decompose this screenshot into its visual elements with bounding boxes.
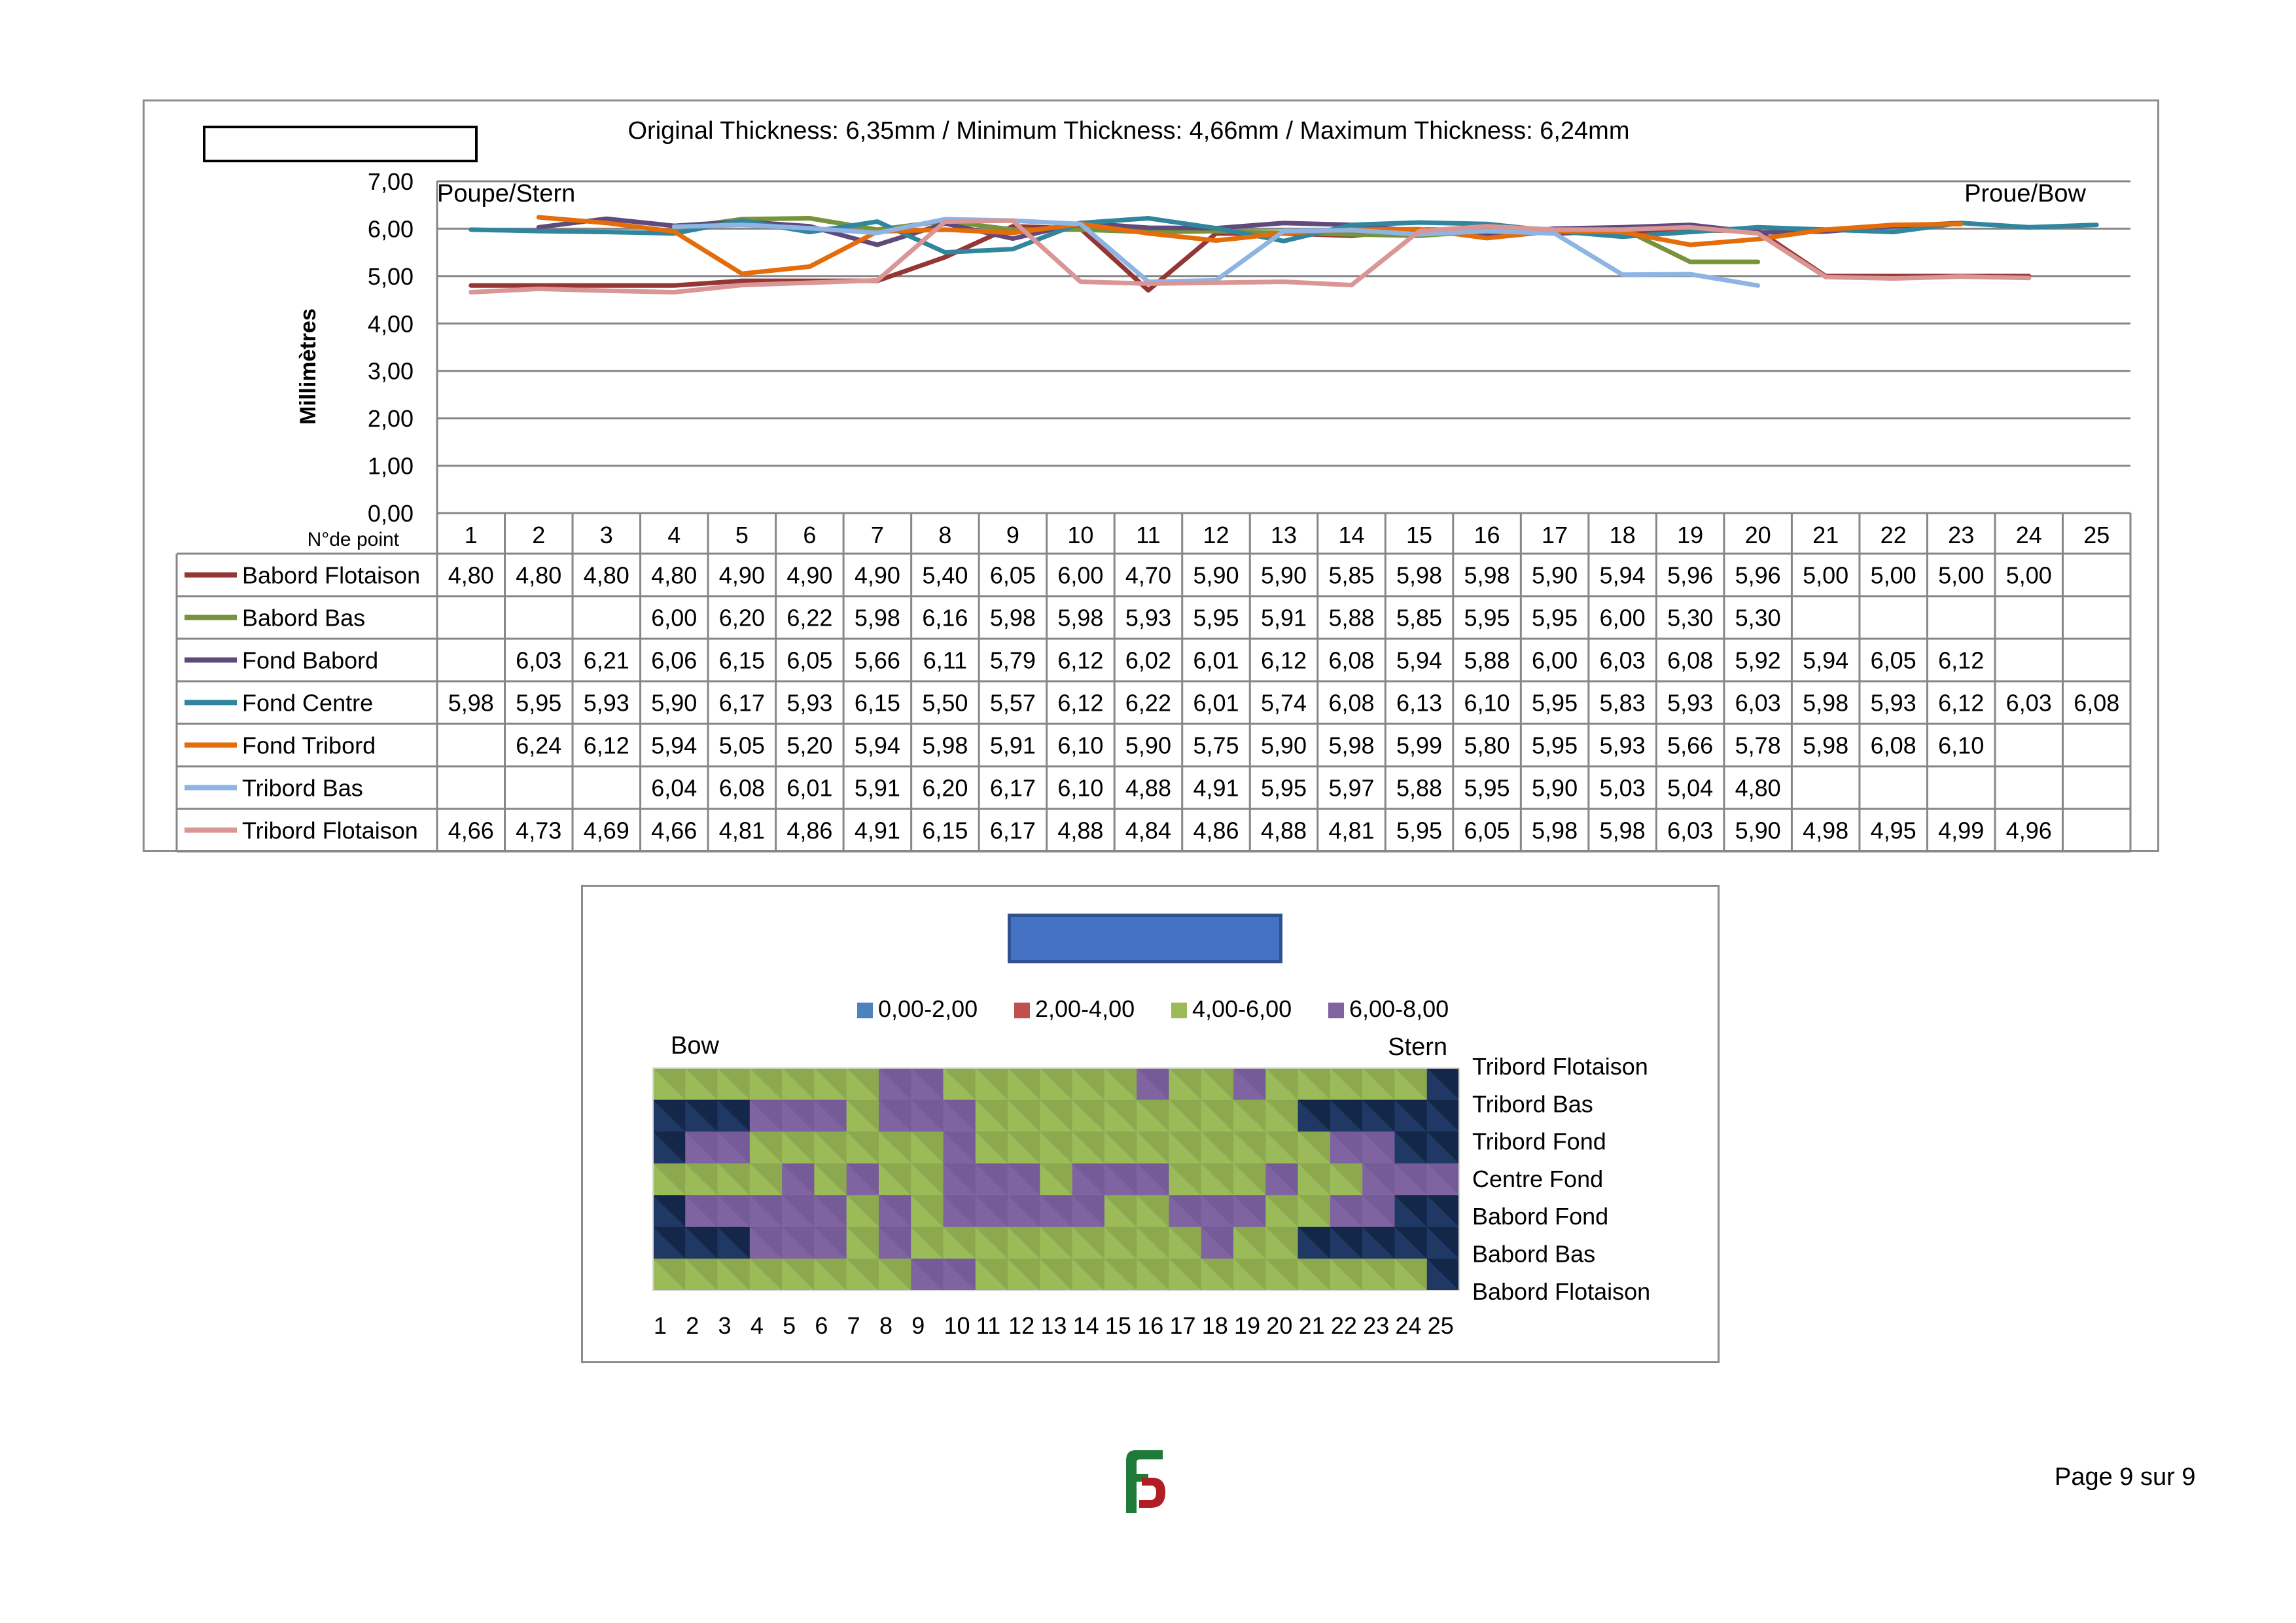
legend-swatch-3 [1328, 1003, 1344, 1018]
row-label: Tribord Bas [1472, 1090, 1593, 1117]
column-label: 19 [1234, 1312, 1260, 1339]
legend-label: 4,00-6,00 [1192, 995, 1292, 1022]
page-number: Page 9 sur 9 [2055, 1463, 2196, 1491]
legend-swatch-2 [1171, 1003, 1187, 1018]
row-label: Babord Fond [1472, 1203, 1608, 1230]
legend-label: 6,00-8,00 [1349, 995, 1449, 1022]
column-label: 4 [751, 1312, 764, 1339]
bow-annotation: Bow [671, 1032, 719, 1060]
column-label: 5 [783, 1312, 796, 1339]
row-label: Babord Flotaison [1472, 1278, 1650, 1305]
column-label: 3 [718, 1312, 732, 1339]
column-label: 11 [976, 1312, 1000, 1339]
column-label: 9 [911, 1312, 925, 1339]
legend-swatch-0 [857, 1003, 873, 1018]
row-label: Tribord Fond [1472, 1128, 1606, 1155]
column-label: 14 [1073, 1312, 1099, 1339]
column-label: 12 [1008, 1312, 1034, 1339]
company-logo [1126, 1450, 1165, 1513]
column-label: 6 [815, 1312, 828, 1339]
column-label: 13 [1040, 1312, 1067, 1339]
column-label: 10 [944, 1312, 970, 1339]
column-label: 23 [1363, 1312, 1389, 1339]
column-label: 7 [847, 1312, 860, 1339]
column-label: 17 [1169, 1312, 1195, 1339]
column-label: 15 [1105, 1312, 1131, 1339]
column-label: 2 [686, 1312, 699, 1339]
column-label: 20 [1266, 1312, 1292, 1339]
column-label: 8 [879, 1312, 892, 1339]
legend-label: 0,00-2,00 [878, 995, 978, 1022]
legend-label: 2,00-4,00 [1035, 995, 1135, 1022]
column-label: 16 [1137, 1312, 1163, 1339]
column-label: 24 [1395, 1312, 1421, 1339]
column-label: 1 [654, 1312, 667, 1339]
column-label: 21 [1299, 1312, 1325, 1339]
thickness-heatmap: 0,00-2,00 2,00-4,00 4,00-6,00 6,00-8,00 Bow S… [652, 995, 1650, 1339]
row-label: Centre Fond [1472, 1166, 1603, 1192]
column-label: 18 [1202, 1312, 1228, 1339]
row-label: Babord Bas [1472, 1241, 1595, 1268]
stern-annotation: Stern [1388, 1033, 1447, 1061]
column-label: 25 [1428, 1312, 1454, 1339]
legend-swatch-1 [1014, 1003, 1030, 1018]
row-label: Tribord Flotaison [1472, 1053, 1648, 1080]
column-label: 22 [1331, 1312, 1357, 1339]
